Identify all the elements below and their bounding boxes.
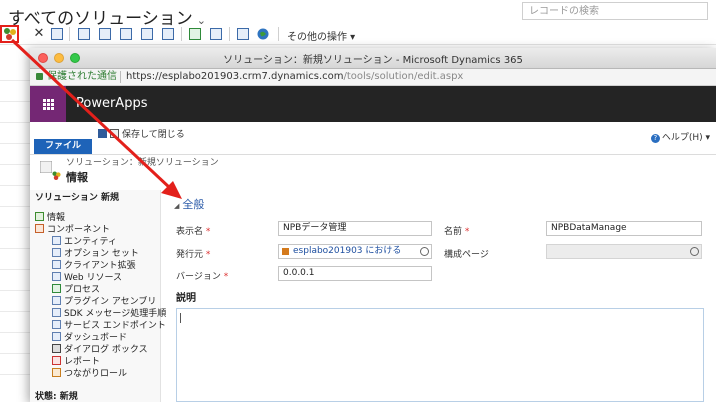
address-divider (120, 71, 121, 83)
nav-item-connection-roles[interactable]: つながりロール (52, 368, 127, 379)
nav-item-service-endpoints[interactable]: サービス エンドポイント (52, 320, 166, 331)
nav-item-client-extensions[interactable]: クライアント拡張 (52, 260, 136, 271)
highlight-box (0, 25, 19, 43)
help-button[interactable]: ? ヘルプ(H) ▾ (650, 130, 710, 143)
save-icon[interactable] (98, 129, 107, 138)
name-input[interactable]: NPBDataManage (546, 221, 702, 236)
report-icon (52, 356, 61, 365)
option-set-icon (52, 248, 61, 257)
nav-item-dashboards[interactable]: ダッシュボード (52, 332, 127, 343)
display-name-input[interactable]: NPBデータ管理 (278, 221, 432, 236)
delete-icon[interactable]: ✕ (32, 27, 46, 41)
app-name[interactable]: PowerApps (76, 96, 147, 111)
structure-icon[interactable] (50, 27, 64, 41)
config-page-label: 構成ページ (444, 250, 489, 260)
plugin-icon (52, 296, 61, 305)
info-icon (35, 212, 44, 221)
display-name-label: 表示名 * (176, 227, 211, 237)
lookup-search-icon[interactable] (420, 247, 429, 256)
toolbar-divider (278, 27, 279, 41)
toolbar-divider (229, 27, 230, 41)
sdk-step-icon (52, 308, 61, 317)
solution-entity-icon (40, 161, 52, 173)
collapse-icon[interactable]: ◢ (174, 202, 179, 210)
publish-icon[interactable] (140, 27, 154, 41)
search-input[interactable]: レコードの検索 (522, 2, 708, 20)
window-titlebar: ソリューション：新規ソリューション - Microsoft Dynamics 3… (30, 48, 716, 69)
components-icon (35, 224, 44, 233)
window-title: ソリューション：新規ソリューション - Microsoft Dynamics 3… (223, 55, 523, 66)
app-launcher-icon[interactable] (30, 86, 66, 122)
lookup-search-icon[interactable] (690, 247, 699, 256)
left-navigation: ソリューション 新規 情報 コンポーネント エンティティ オプション セット ク… (30, 190, 166, 402)
nav-item-dialogs[interactable]: ダイアログ ボックス (52, 344, 148, 355)
dialog-icon (52, 344, 61, 353)
nav-item-web-resources[interactable]: Web リソース (52, 272, 122, 283)
run-report-icon[interactable] (209, 27, 223, 41)
client-extension-icon (52, 260, 61, 269)
secure-label: 保護された通信 (47, 71, 117, 82)
nav-title: ソリューション 新規 (35, 193, 119, 203)
address-bar[interactable]: 保護された通信 https://esplabo201903.crm7.dynam… (30, 69, 716, 86)
name-label: 名前 * (444, 227, 470, 237)
version-input[interactable]: 0.0.0.1 (278, 266, 432, 281)
solution-small-icon (52, 171, 61, 180)
toolbar: ✕ その他の操作 ▾ (0, 24, 716, 45)
nav-item-processes[interactable]: プロセス (52, 284, 100, 295)
url-path: /tools/solution/edit.aspx (343, 71, 464, 82)
publisher-lookup[interactable]: esplabo201903 における (278, 244, 432, 259)
text-caret (180, 313, 181, 323)
app-header: PowerApps (30, 86, 716, 122)
nav-item-info[interactable]: 情報 (35, 212, 65, 223)
breadcrumb: ソリューション：新規ソリューション (66, 158, 219, 168)
section-general[interactable]: ◢ 全般 (174, 196, 204, 212)
globe-icon[interactable] (256, 27, 270, 41)
version-label: バージョン * (176, 272, 229, 282)
file-tab[interactable]: ファイル (34, 139, 92, 154)
translation-icon[interactable] (119, 27, 133, 41)
nav-item-option-sets[interactable]: オプション セット (52, 248, 139, 259)
publisher-entity-icon (282, 248, 289, 255)
solution-window: ソリューション：新規ソリューション - Microsoft Dynamics 3… (30, 48, 716, 402)
toolbar-divider (69, 27, 70, 41)
export-icon[interactable] (98, 27, 112, 41)
nav-item-plugin-assemblies[interactable]: プラグイン アセンブリ (52, 296, 156, 307)
background-list (0, 60, 30, 400)
document-icon[interactable] (236, 27, 250, 41)
nav-item-reports[interactable]: レポート (52, 356, 100, 367)
command-ribbon: 保存して閉じる ファイル ? ヘルプ(H) ▾ (30, 122, 716, 155)
status-label: 状態: 新規 (35, 392, 78, 402)
help-icon: ? (650, 134, 660, 143)
description-label: 説明 (176, 293, 196, 304)
save-close-button[interactable]: 保存して閉じる (98, 127, 185, 140)
url-text[interactable]: https://esplabo201903.crm7.dynamics.com/… (126, 69, 463, 85)
other-actions-button[interactable]: その他の操作 ▾ (287, 28, 355, 43)
connection-role-icon (52, 368, 61, 377)
nav-item-sdk-steps[interactable]: SDK メッセージ処理手順 (52, 308, 166, 319)
url-host: https://esplabo201903.crm7.dynamics.com (126, 71, 344, 82)
entity-icon (52, 236, 61, 245)
web-resource-icon (52, 272, 61, 281)
dashboard-icon (52, 332, 61, 341)
process-icon (52, 284, 61, 293)
import-icon[interactable] (77, 27, 91, 41)
entity-title: 情報 (66, 171, 88, 184)
clone-icon[interactable] (161, 27, 175, 41)
config-page-lookup[interactable] (546, 244, 702, 259)
description-textarea[interactable] (176, 308, 704, 402)
toolbar-divider (181, 27, 182, 41)
service-endpoint-icon (52, 320, 61, 329)
lock-icon (36, 73, 43, 80)
nav-item-entities[interactable]: エンティティ (52, 236, 117, 247)
publisher-label: 発行元 * (176, 250, 211, 260)
workflow-icon[interactable] (188, 27, 202, 41)
save-and-close-icon (110, 129, 119, 138)
nav-item-components[interactable]: コンポーネント (35, 224, 110, 235)
